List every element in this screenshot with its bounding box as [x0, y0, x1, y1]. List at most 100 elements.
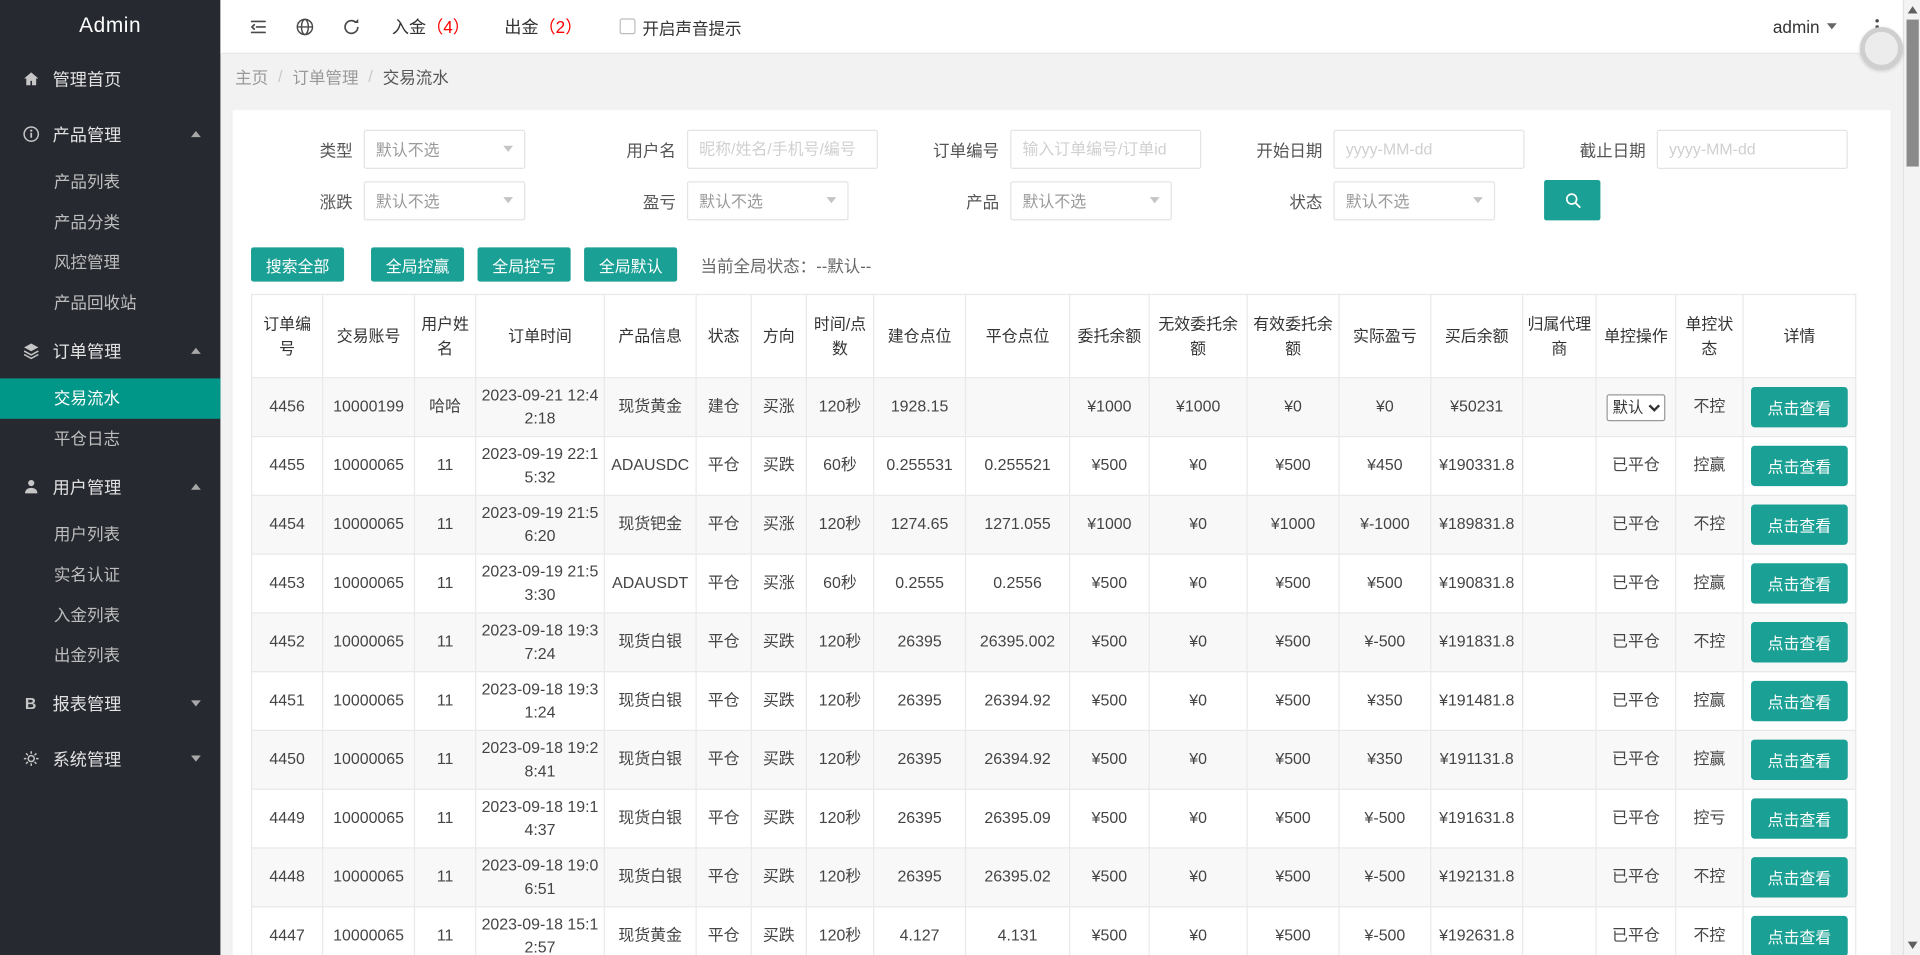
- control-text: 已平仓: [1612, 749, 1660, 768]
- cell-account: 10000065: [322, 847, 416, 908]
- sidebar-subitem-产品分类[interactable]: 产品分类: [0, 202, 220, 242]
- action-button-全局默认[interactable]: 全局默认: [584, 247, 678, 282]
- chevron-down-icon: [1149, 197, 1160, 204]
- detail-button[interactable]: 点击查看: [1751, 622, 1848, 663]
- cell-valid-entrust: ¥500: [1246, 553, 1340, 614]
- user-menu[interactable]: admin: [1773, 17, 1837, 36]
- filter-input-用户名[interactable]: [686, 129, 878, 169]
- cell-status: 平仓: [695, 906, 752, 955]
- scrollbar-thumb[interactable]: [1906, 19, 1919, 167]
- detail-button[interactable]: 点击查看: [1751, 857, 1848, 898]
- sidebar-subitem-用户列表[interactable]: 用户列表: [0, 514, 220, 554]
- cell-product: ADAUSDC: [603, 435, 697, 496]
- globe-icon[interactable]: [282, 0, 329, 53]
- sound-label: 开启声音提示: [642, 18, 742, 38]
- sidebar-item-管理首页[interactable]: 管理首页: [0, 51, 220, 106]
- action-button-搜索全部[interactable]: 搜索全部: [251, 247, 345, 282]
- detail-button[interactable]: 点击查看: [1751, 563, 1848, 604]
- sidebar-subitem-入金列表[interactable]: 入金列表: [0, 595, 220, 635]
- table-row: 4456 10000199 哈哈 2023-09-21 12:42:18 现货黄金 建仓买…: [251, 377, 1857, 438]
- detail-button[interactable]: 点击查看: [1751, 798, 1848, 839]
- filter-select-盈亏[interactable]: 默认不选: [686, 180, 849, 220]
- cell-period: 120秒: [805, 612, 875, 673]
- cell-invalid-entrust: ¥1000: [1148, 377, 1248, 438]
- table-header-row: 订单编号 交易账号 用户姓名 订单时间 产品信息 状态 方向 时间/点数 建仓点位 平仓点位 委托余…: [251, 293, 1857, 379]
- detail-button[interactable]: 点击查看: [1751, 915, 1848, 955]
- refresh-icon[interactable]: [328, 0, 375, 53]
- sidebar-item-用户管理[interactable]: 用户管理: [0, 459, 220, 514]
- action-button-全局控赢[interactable]: 全局控赢: [371, 247, 465, 282]
- sidebar-item-订单管理[interactable]: 订单管理: [0, 323, 220, 378]
- sidebar-subitem-平仓日志[interactable]: 平仓日志: [0, 419, 220, 459]
- cell-status: 平仓: [695, 788, 752, 849]
- sidebar-subitem-交易流水[interactable]: 交易流水: [0, 378, 221, 419]
- sound-alert-toggle[interactable]: 开启声音提示: [619, 14, 742, 38]
- detail-button[interactable]: 点击查看: [1751, 739, 1848, 781]
- cell-after-balance: ¥191481.8: [1430, 671, 1524, 732]
- action-button-全局控亏[interactable]: 全局控亏: [477, 247, 571, 282]
- sidebar-item-产品管理[interactable]: 产品管理: [0, 107, 220, 162]
- search-button[interactable]: [1544, 180, 1601, 221]
- sidebar-subitem-风控管理[interactable]: 风控管理: [0, 242, 220, 282]
- detail-button[interactable]: 点击查看: [1751, 504, 1848, 545]
- filter-select-类型[interactable]: 默认不选: [363, 129, 526, 169]
- cell-account: 10000065: [322, 494, 416, 555]
- filter-input-截止日期[interactable]: [1656, 129, 1848, 169]
- row-control-select[interactable]: 默认: [1606, 393, 1666, 421]
- breadcrumb-item-主页[interactable]: 主页: [235, 64, 268, 88]
- column-header-交易账号: 交易账号: [322, 293, 416, 379]
- table-row: 4450 10000065 11 2023-09-18 19:28:41 现货白银 平仓买…: [251, 729, 1857, 790]
- cell-open-point: 1274.65: [873, 494, 967, 555]
- detail-button[interactable]: 点击查看: [1751, 445, 1848, 487]
- filter-input-开始日期[interactable]: [1333, 129, 1525, 169]
- detail-button[interactable]: 点击查看: [1751, 386, 1848, 428]
- sound-checkbox[interactable]: [619, 18, 636, 35]
- cell-control-state: 控赢: [1675, 729, 1744, 790]
- filter-select-产品[interactable]: 默认不选: [1010, 180, 1172, 220]
- cell-actual-profit: ¥-1000: [1338, 494, 1432, 555]
- selected-value: 默认不选: [1345, 192, 1410, 211]
- cell-order-time: 2023-09-18 19:37:24: [475, 612, 605, 673]
- sidebar-subitem-出金列表[interactable]: 出金列表: [0, 636, 220, 676]
- filter-input-订单编号[interactable]: [1010, 129, 1202, 169]
- sidebar-item-系统管理[interactable]: 系统管理: [0, 731, 220, 786]
- cell-agent: [1522, 494, 1597, 555]
- cell-control-state: 不控: [1675, 612, 1744, 673]
- cell-close-point: 1271.055: [964, 494, 1071, 555]
- sidebar-subitem-实名认证[interactable]: 实名认证: [0, 555, 220, 595]
- collapse-sidebar-icon[interactable]: [235, 0, 282, 53]
- detail-button[interactable]: 点击查看: [1751, 680, 1848, 722]
- filter-group: 开始日期: [1221, 129, 1544, 169]
- cell-entrust-balance: ¥500: [1068, 729, 1150, 790]
- chevron-up-icon: [191, 347, 201, 354]
- sidebar-subitem-产品列表[interactable]: 产品列表: [0, 162, 220, 202]
- scroll-up-arrow[interactable]: [1907, 6, 1918, 14]
- cell-detail: 点击查看: [1742, 494, 1857, 555]
- cell-invalid-entrust: ¥0: [1148, 788, 1248, 849]
- filter-group: 涨跌 默认不选: [251, 180, 574, 220]
- withdraw-link[interactable]: 出金（2）: [504, 14, 582, 38]
- cell-product: 现货钯金: [603, 494, 697, 555]
- filter-group: 截止日期: [1544, 129, 1867, 169]
- scroll-down-arrow[interactable]: [1907, 941, 1918, 949]
- filter-label: 订单编号: [933, 141, 1000, 160]
- floating-logo[interactable]: [1860, 26, 1903, 70]
- deposit-count: （4）: [426, 16, 470, 37]
- cell-entrust-balance: ¥500: [1068, 906, 1150, 955]
- chevron-down-icon: [1473, 197, 1483, 204]
- filter-select-涨跌[interactable]: 默认不选: [363, 180, 526, 220]
- sidebar-item-报表管理[interactable]: B 报表管理: [0, 676, 220, 731]
- cell-valid-entrust: ¥500: [1246, 612, 1340, 673]
- filter-select-状态[interactable]: 默认不选: [1333, 180, 1496, 220]
- breadcrumb: 主页 / 订单管理 / 交易流水: [220, 54, 1920, 98]
- deposit-link[interactable]: 入金（4）: [392, 14, 470, 38]
- cell-after-balance: ¥189831.8: [1430, 494, 1524, 555]
- breadcrumb-item-订单管理[interactable]: 订单管理: [292, 64, 358, 88]
- vertical-scrollbar[interactable]: [1902, 0, 1920, 955]
- cell-close-point: 26394.92: [964, 729, 1071, 790]
- cell-open-point: 26395: [873, 612, 967, 673]
- content-card: 类型默认不选用户名订单编号开始日期截止日期 涨跌默认不选盈亏默认不选产品默认不选…: [232, 110, 1891, 955]
- cell-product: 现货白银: [603, 671, 697, 732]
- sidebar-subitem-产品回收站[interactable]: 产品回收站: [0, 283, 220, 323]
- table-row: 4454 10000065 11 2023-09-19 21:56:20 现货钯金 平仓买…: [251, 494, 1857, 555]
